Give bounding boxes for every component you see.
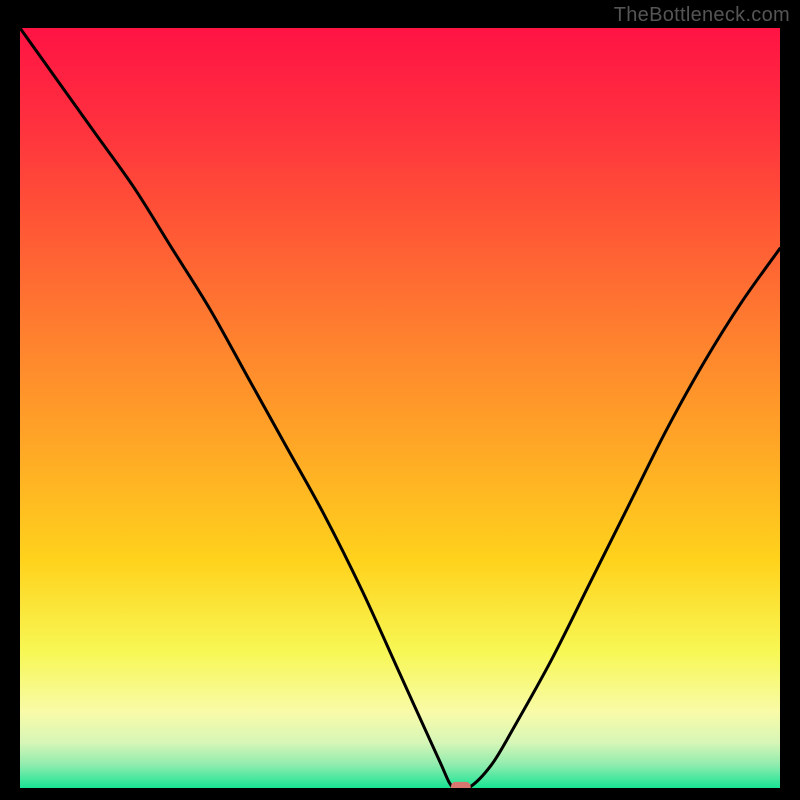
plot-area (20, 28, 780, 788)
optimal-marker (451, 782, 471, 788)
bottleneck-curve (20, 28, 780, 788)
watermark-text: TheBottleneck.com (614, 4, 790, 27)
curve-layer (20, 28, 780, 788)
chart-frame: TheBottleneck.com (0, 0, 800, 800)
